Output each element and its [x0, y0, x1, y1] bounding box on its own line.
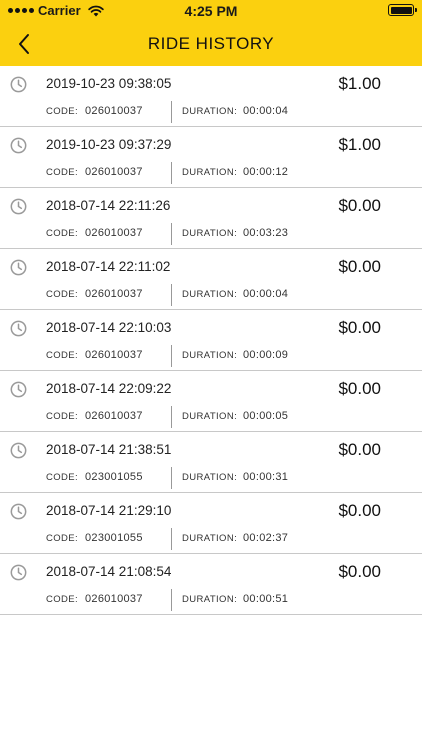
code-value: 026010037	[85, 166, 143, 178]
ride-amount: $0.00	[338, 440, 381, 459]
duration-label: DURATION:	[182, 533, 238, 544]
duration-label: DURATION:	[182, 472, 238, 483]
duration-value: 00:00:31	[243, 471, 289, 483]
clock-icon	[10, 320, 27, 337]
duration-label: DURATION:	[182, 228, 238, 239]
duration-value: 00:02:37	[243, 532, 289, 544]
duration-label: DURATION:	[182, 594, 238, 605]
ride-datetime: 2019-10-23 09:38:05	[46, 76, 172, 91]
clock-icon	[10, 198, 27, 215]
divider	[171, 589, 172, 611]
duration-value: 00:00:04	[243, 288, 289, 300]
ride-datetime: 2018-07-14 22:11:26	[46, 198, 171, 213]
duration-label: DURATION:	[182, 167, 238, 178]
ride-amount: $0.00	[338, 562, 381, 581]
divider	[171, 162, 172, 184]
duration-label: DURATION:	[182, 289, 238, 300]
clock-icon	[10, 381, 27, 398]
clock-icon	[10, 564, 27, 581]
code-label: CODE:	[46, 228, 79, 239]
code-label: CODE:	[46, 106, 79, 117]
duration-label: DURATION:	[182, 411, 238, 422]
ride-history-list: 2019-10-23 09:38:05 $1.00 CODE: 02601003…	[0, 66, 422, 615]
ride-datetime: 2018-07-14 22:10:03	[46, 320, 172, 335]
code-label: CODE:	[46, 594, 79, 605]
ride-amount: $1.00	[338, 74, 381, 93]
clock-icon	[10, 442, 27, 459]
clock-icon	[10, 76, 27, 93]
code-label: CODE:	[46, 289, 79, 300]
code-value: 026010037	[85, 227, 143, 239]
page-title: RIDE HISTORY	[147, 34, 275, 53]
divider	[171, 223, 172, 245]
clock-icon	[10, 503, 27, 520]
ride-row[interactable]: 2018-07-14 22:09:22 $0.00 CODE: 02601003…	[0, 371, 422, 432]
code-value: 026010037	[85, 410, 143, 422]
divider	[171, 467, 172, 489]
ride-amount: $0.00	[338, 379, 381, 398]
divider	[171, 406, 172, 428]
code-label: CODE:	[46, 350, 79, 361]
code-value: 026010037	[85, 593, 143, 605]
duration-value: 00:00:04	[243, 105, 289, 117]
ride-row[interactable]: 2018-07-14 22:11:26 $0.00 CODE: 02601003…	[0, 188, 422, 249]
duration-value: 00:03:23	[243, 227, 289, 239]
code-value: 023001055	[85, 532, 143, 544]
code-label: CODE:	[46, 472, 79, 483]
duration-value: 00:00:51	[243, 593, 289, 605]
divider	[171, 528, 172, 550]
clock-icon	[10, 259, 27, 276]
code-label: CODE:	[46, 533, 79, 544]
header-bar: Carrier 4:25 PM RIDE HISTORY	[0, 0, 422, 66]
ride-row[interactable]: 2018-07-14 21:38:51 $0.00 CODE: 02300105…	[0, 432, 422, 493]
ride-row[interactable]: 2019-10-23 09:38:05 $1.00 CODE: 02601003…	[0, 66, 422, 127]
ride-amount: $1.00	[338, 135, 381, 154]
ride-amount: $0.00	[338, 257, 381, 276]
ride-row[interactable]: 2018-07-14 21:29:10 $0.00 CODE: 02300105…	[0, 493, 422, 554]
duration-value: 00:00:09	[243, 349, 289, 361]
duration-value: 00:00:12	[243, 166, 289, 178]
code-label: CODE:	[46, 411, 79, 422]
divider	[171, 284, 172, 306]
status-time: 4:25 PM	[184, 3, 238, 19]
ride-datetime: 2018-07-14 22:11:02	[46, 259, 171, 274]
code-value: 026010037	[85, 288, 143, 300]
divider	[171, 101, 172, 123]
ride-datetime: 2018-07-14 21:38:51	[46, 442, 172, 457]
code-value: 026010037	[85, 349, 143, 361]
duration-label: DURATION:	[182, 350, 238, 361]
clock-icon	[10, 137, 27, 154]
ride-row[interactable]: 2019-10-23 09:37:29 $1.00 CODE: 02601003…	[0, 127, 422, 188]
code-label: CODE:	[46, 167, 79, 178]
navigation-bar: RIDE HISTORY	[0, 22, 422, 66]
status-bar: Carrier 4:25 PM	[0, 0, 422, 22]
battery-icon	[388, 4, 417, 16]
ride-row[interactable]: 2018-07-14 22:11:02 $0.00 CODE: 02601003…	[0, 249, 422, 310]
divider	[171, 345, 172, 367]
ride-datetime: 2018-07-14 22:09:22	[46, 381, 172, 396]
ride-amount: $0.00	[338, 501, 381, 520]
ride-amount: $0.00	[338, 196, 381, 215]
code-value: 023001055	[85, 471, 143, 483]
ride-row[interactable]: 2018-07-14 21:08:54 $0.00 CODE: 02601003…	[0, 554, 422, 615]
ride-amount: $0.00	[338, 318, 381, 337]
ride-row[interactable]: 2018-07-14 22:10:03 $0.00 CODE: 02601003…	[0, 310, 422, 371]
ride-datetime: 2018-07-14 21:08:54	[46, 564, 172, 579]
ride-datetime: 2018-07-14 21:29:10	[46, 503, 172, 518]
duration-label: DURATION:	[182, 106, 238, 117]
code-value: 026010037	[85, 105, 143, 117]
duration-value: 00:00:05	[243, 410, 289, 422]
ride-datetime: 2019-10-23 09:37:29	[46, 137, 172, 152]
